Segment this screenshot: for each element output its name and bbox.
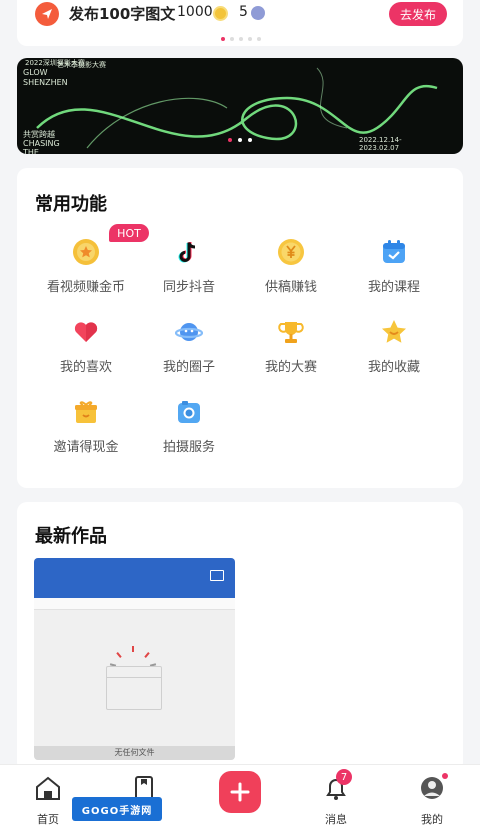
tab-messages[interactable]: 7 消息 xyxy=(306,769,366,826)
feature-label: 邀请得现金 xyxy=(53,440,119,455)
feature-my-likes[interactable]: 我的喜欢 xyxy=(36,318,136,388)
banner-glow-text: GLOW xyxy=(23,68,48,77)
feature-shoot-service[interactable]: 拍摄服务 xyxy=(139,398,239,468)
thumb-header-bar xyxy=(34,558,235,598)
common-features-section: 常用功能 看视频赚金币 HOT 同步抖音 供稿赚钱 我的课程 我的喜欢 我的圈子… xyxy=(17,168,463,488)
image-icon xyxy=(210,570,224,581)
publish-button[interactable]: 去发布 xyxy=(389,2,447,26)
thumb-toolbar xyxy=(34,598,235,610)
promo-banner[interactable]: 2022深圳摄影大赛 艺术季摄影大赛 GLOW SHENZHEN 共赏跨越 CH… xyxy=(17,58,463,154)
feature-my-contest[interactable]: 我的大赛 xyxy=(241,318,341,388)
feature-submit-earn[interactable]: 供稿赚钱 xyxy=(241,238,341,308)
feature-my-courses[interactable]: 我的课程 xyxy=(344,238,444,308)
star-icon xyxy=(380,318,408,346)
avatar-icon xyxy=(421,777,443,799)
banner-shenzhen-text: SHENZHEN xyxy=(23,78,68,87)
work-thumbnail[interactable]: 无任何文件 xyxy=(34,558,235,760)
feature-label: 拍摄服务 xyxy=(162,440,215,455)
feature-my-circle[interactable]: 我的圈子 xyxy=(139,318,239,388)
home-icon xyxy=(36,776,60,800)
feature-my-favorites[interactable]: 我的收藏 xyxy=(344,318,444,388)
planet-icon xyxy=(174,318,204,346)
feature-label: 我的喜欢 xyxy=(59,360,112,375)
point-icon xyxy=(251,6,265,20)
feature-label: 同步抖音 xyxy=(162,280,215,295)
banner-date-text: 2022.12.14- 2023.02.07 xyxy=(359,136,402,152)
feature-sync-douyin[interactable]: 同步抖音 xyxy=(139,238,239,308)
tab-home-label: 首页 xyxy=(37,813,59,826)
banner-sub-text: 艺术季摄影大赛 xyxy=(57,61,106,69)
feature-label: 供稿赚钱 xyxy=(264,280,317,295)
tab-mine-label: 我的 xyxy=(421,813,443,826)
task-carousel-dots xyxy=(221,37,261,41)
feature-label: 我的收藏 xyxy=(367,360,420,375)
tab-home[interactable]: 首页 xyxy=(18,775,78,826)
trophy-icon xyxy=(277,318,305,346)
plus-icon xyxy=(230,782,250,802)
tab-messages-label: 消息 xyxy=(325,813,347,826)
coin-star-icon xyxy=(72,238,100,266)
task-point-count: 5 xyxy=(239,4,248,20)
site-watermark: GOGO手游网 xyxy=(72,797,162,821)
heart-icon xyxy=(72,318,100,346)
calendar-icon xyxy=(380,238,408,266)
works-title: 最新作品 xyxy=(35,526,107,547)
feature-watch-video[interactable]: 看视频赚金币 xyxy=(36,238,136,308)
bottom-tab-bar: 首页 7 消息 我的 GOGO手游网 xyxy=(0,764,480,831)
task-coin-count: 1000 xyxy=(177,4,213,20)
task-card: 发布100字图文 1000 5 去发布 xyxy=(17,0,463,46)
feature-label: 看视频赚金币 xyxy=(46,280,125,295)
camera-icon xyxy=(175,398,203,426)
tab-mine[interactable]: 我的 xyxy=(402,773,462,826)
latest-works-section: 最新作品 无任何文件 xyxy=(17,502,463,772)
banner-chase-text: 共赏跨越 CHASING THE xyxy=(23,130,60,154)
empty-box-icon xyxy=(106,666,162,710)
add-post-button[interactable] xyxy=(219,771,261,813)
message-count-badge: 7 xyxy=(336,769,352,785)
gift-icon xyxy=(72,398,100,426)
tiktok-icon xyxy=(175,238,203,266)
feature-label: 我的圈子 xyxy=(162,360,215,375)
yen-coin-icon xyxy=(277,238,305,266)
features-title: 常用功能 xyxy=(35,194,107,215)
thumb-caption: 无任何文件 xyxy=(34,746,235,760)
coin-icon xyxy=(213,6,228,21)
feature-invite-cash[interactable]: 邀请得现金 xyxy=(36,398,136,468)
task-title: 发布100字图文 xyxy=(69,5,176,23)
feature-label: 我的课程 xyxy=(367,280,420,295)
feature-label: 我的大赛 xyxy=(264,360,317,375)
unread-dot xyxy=(442,773,448,779)
send-icon xyxy=(35,2,59,26)
banner-carousel-dots xyxy=(228,138,252,142)
